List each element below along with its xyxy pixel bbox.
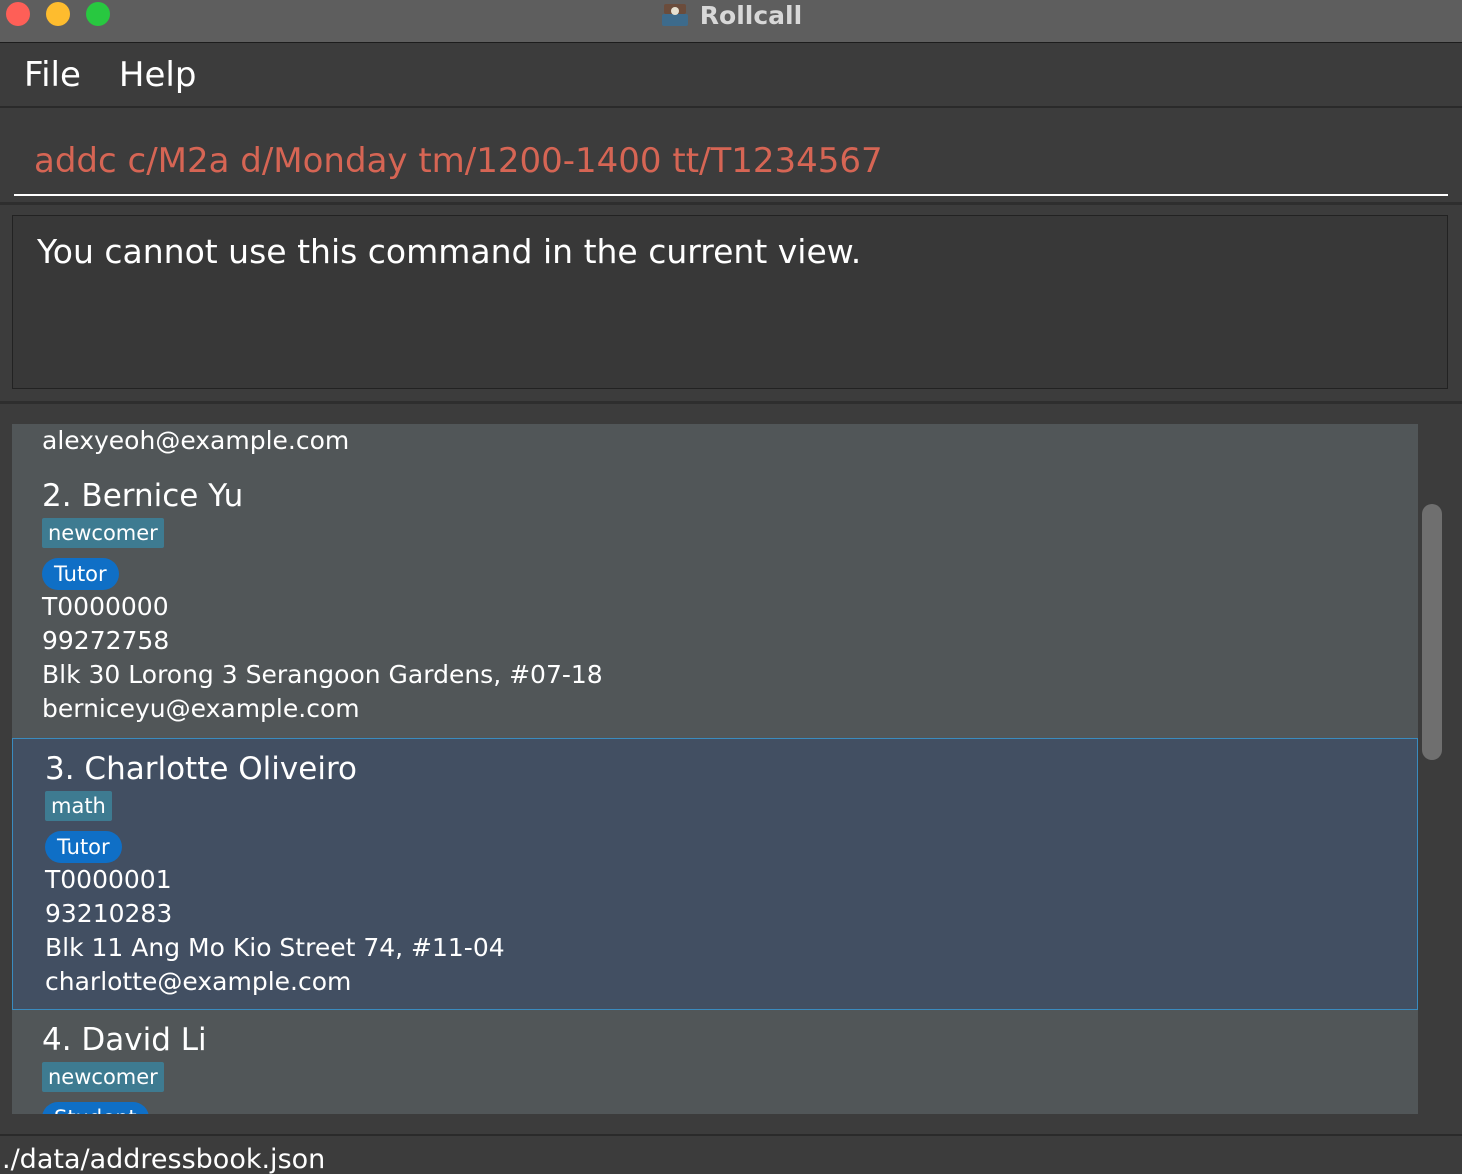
person-email: alexyeoh@example.com [42, 426, 350, 455]
person-email: berniceyu@example.com [42, 694, 360, 723]
person-role-badge: Tutor [42, 558, 119, 590]
person-id: T0000001 [45, 865, 172, 894]
list-scrollbar[interactable] [1422, 504, 1442, 760]
person-card-selected[interactable]: 3. Charlotte Oliveiro math Tutor T000000… [12, 738, 1418, 1010]
person-card[interactable]: 2. Bernice Yu newcomer Tutor T0000000 99… [12, 466, 1418, 738]
person-name: 4. David Li [42, 1022, 207, 1058]
person-address: Blk 30 Lorong 3 Serangoon Gardens, #07-1… [42, 660, 603, 689]
command-box [0, 108, 1462, 205]
person-email: charlotte@example.com [45, 967, 352, 996]
person-role-badge: Tutor [45, 831, 122, 863]
app-icon [660, 2, 690, 28]
person-name: 2. Bernice Yu [42, 478, 244, 514]
menu-help[interactable]: Help [119, 55, 197, 95]
person-id: T0000000 [42, 592, 169, 621]
person-phone: 99272758 [42, 626, 170, 655]
result-panel: You cannot use this command in the curre… [0, 205, 1462, 404]
window-title: Rollcall [699, 0, 803, 30]
command-input[interactable] [14, 128, 1448, 196]
person-address: Blk 11 Ang Mo Kio Street 74, #11-04 [45, 933, 505, 962]
person-tag: newcomer [42, 518, 164, 548]
status-bar: ./data/addressbook.json [0, 1134, 1462, 1174]
person-list-panel: alexyeoh@example.com 2. Bernice Yu newco… [0, 404, 1462, 1134]
person-list[interactable]: alexyeoh@example.com 2. Bernice Yu newco… [12, 424, 1418, 1114]
person-tag: math [45, 791, 112, 821]
menu-file[interactable]: File [24, 55, 81, 95]
result-display: You cannot use this command in the curre… [12, 215, 1448, 389]
title-bar: Rollcall [0, 0, 1462, 43]
menu-bar: File Help [0, 43, 1462, 108]
person-role-badge: Student [42, 1102, 149, 1114]
save-location: ./data/addressbook.json [2, 1144, 326, 1174]
person-tag: newcomer [42, 1062, 164, 1092]
person-phone: 93210283 [45, 899, 173, 928]
person-name: 3. Charlotte Oliveiro [45, 751, 357, 787]
result-message: You cannot use this command in the curre… [37, 232, 862, 271]
person-card[interactable]: alexyeoh@example.com [12, 424, 1418, 466]
person-card[interactable]: 4. David Li newcomer Student [12, 1010, 1418, 1114]
